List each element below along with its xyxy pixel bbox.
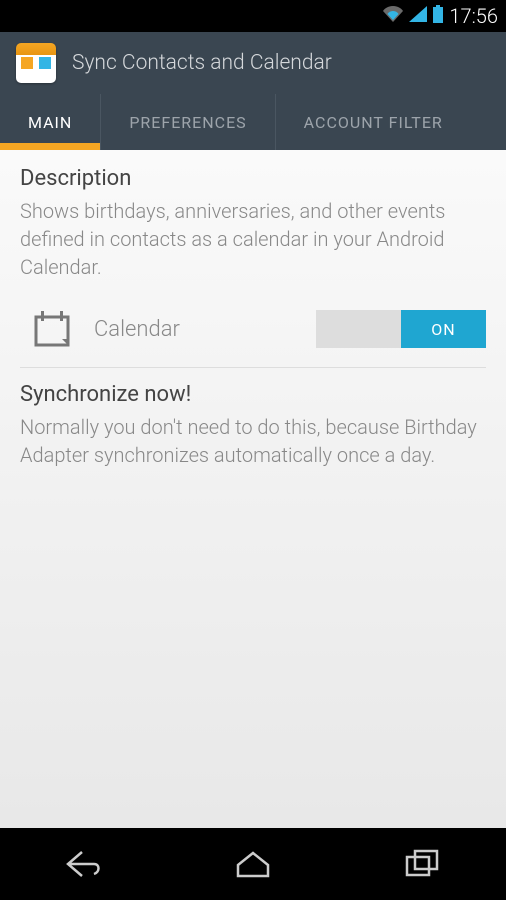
calendar-toggle-row: Calendar ON [20,281,486,368]
recent-apps-button[interactable] [382,844,462,884]
signal-icon [409,6,427,26]
calendar-toggle[interactable]: ON [316,310,486,348]
battery-icon [433,5,443,27]
sync-section[interactable]: Synchronize now! Normally you don't need… [20,368,486,469]
sync-title: Synchronize now! [20,382,486,407]
back-button[interactable] [44,844,124,884]
main-content: Description Shows birthdays, anniversari… [0,150,506,828]
calendar-label: Calendar [94,317,316,342]
navigation-bar [0,828,506,900]
tab-main-label: MAIN [28,113,72,132]
description-title: Description [20,166,486,191]
status-bar: 17:56 [0,0,506,32]
toggle-state-label: ON [401,310,486,348]
app-title: Sync Contacts and Calendar [72,51,332,75]
action-bar: Sync Contacts and Calendar [0,32,506,94]
tab-bar: MAIN PREFERENCES ACCOUNT FILTER [0,94,506,150]
sync-text: Normally you don't need to do this, beca… [20,413,486,469]
home-button[interactable] [213,844,293,884]
status-time: 17:56 [449,4,498,28]
tab-preferences[interactable]: PREFERENCES [101,94,275,150]
calendar-icon [32,309,72,349]
description-text: Shows birthdays, anniversaries, and othe… [20,197,486,281]
tab-account-filter[interactable]: ACCOUNT FILTER [276,94,451,150]
tab-account-filter-label: ACCOUNT FILTER [304,113,443,132]
wifi-icon [383,6,403,26]
tab-main[interactable]: MAIN [0,94,101,150]
tab-preferences-label: PREFERENCES [129,113,246,132]
app-icon [16,43,56,83]
